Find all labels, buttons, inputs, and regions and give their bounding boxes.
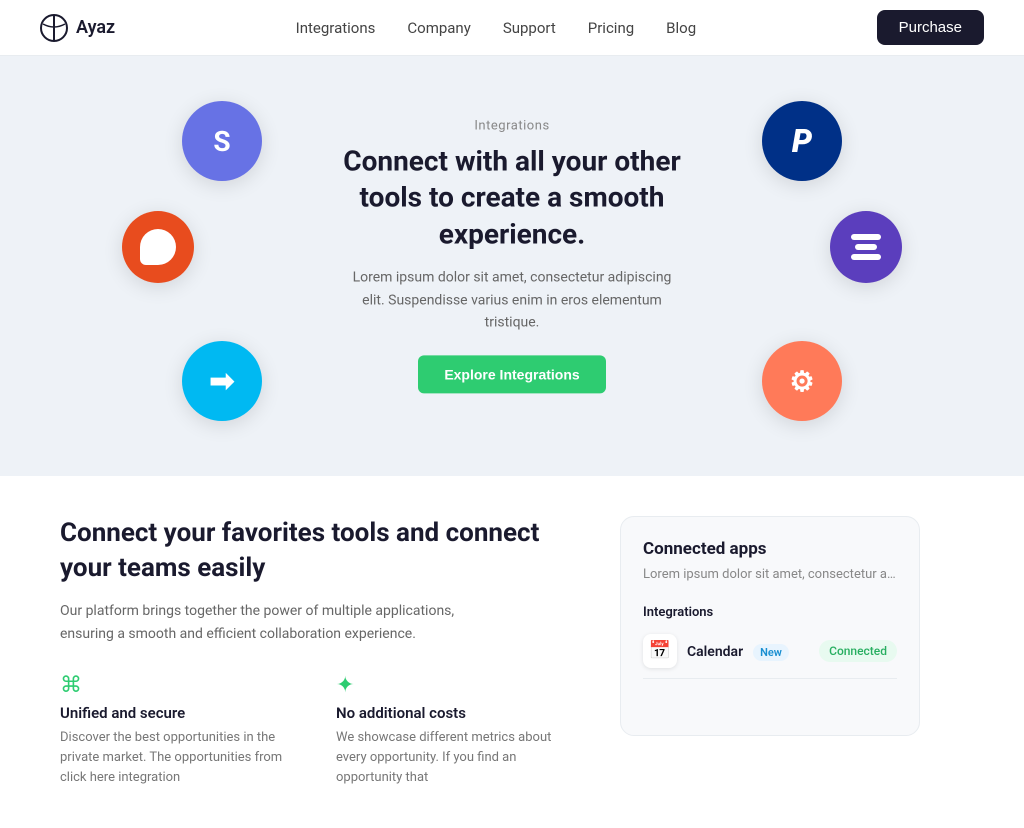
card-section-label: Integrations (643, 605, 897, 620)
purchase-button[interactable]: Purchase (877, 10, 984, 45)
hero-center-text: Integrations Connect with all your other… (342, 118, 682, 393)
paypal-icon: P (762, 101, 842, 181)
hero-title: Connect with all your other tools to cre… (342, 143, 682, 252)
logo[interactable]: Ayaz (40, 14, 115, 42)
explore-integrations-button[interactable]: Explore Integrations (418, 356, 605, 394)
connected-apps-card: Connected apps Lorem ipsum dolor sit ame… (620, 516, 920, 736)
milanote-icon (830, 211, 902, 283)
feature-costs-desc: We showcase different metrics about ever… (336, 728, 580, 788)
wise-icon: ➡ (182, 341, 262, 421)
integration-row-calendar: 📅 Calendar New Connected (643, 634, 897, 679)
calendar-app-icon: 📅 (643, 634, 677, 668)
nav-support[interactable]: Support (503, 19, 556, 37)
hero-description: Lorem ipsum dolor sit amet, consectetur … (342, 267, 682, 334)
feature-costs: ✦ No additional costs We showcase differ… (336, 673, 580, 788)
hero-section-label: Integrations (342, 118, 682, 133)
bottom-description: Our platform brings together the power o… (60, 600, 490, 645)
nav-company[interactable]: Company (407, 19, 470, 37)
feature-unified-title: Unified and secure (60, 704, 304, 722)
nav-blog[interactable]: Blog (666, 19, 696, 37)
stripe-icon: S (182, 101, 262, 181)
logo-text: Ayaz (76, 17, 115, 38)
calendar-name: Calendar (687, 644, 743, 660)
card-title: Connected apps (643, 539, 897, 559)
logo-icon (40, 14, 68, 42)
integrations-section: S P ➡ ⚙ Integrations Conne (0, 56, 1024, 476)
unified-icon: ⌘ (60, 673, 304, 698)
icons-layout: S P ➡ ⚙ Integrations Conne (62, 81, 962, 431)
feature-costs-title: No additional costs (336, 704, 580, 722)
right-column: Connected apps Lorem ipsum dolor sit ame… (620, 516, 920, 788)
bottom-section: Connect your favorites tools and connect… (0, 476, 1024, 828)
feature-unified-desc: Discover the best opportunities in the p… (60, 728, 304, 788)
costs-icon: ✦ (336, 673, 580, 698)
nav-links: Integrations Company Support Pricing Blo… (296, 19, 697, 37)
bottom-heading: Connect your favorites tools and connect… (60, 516, 580, 586)
features-grid: ⌘ Unified and secure Discover the best o… (60, 673, 580, 788)
nav-integrations[interactable]: Integrations (296, 19, 376, 37)
left-column: Connect your favorites tools and connect… (60, 516, 580, 788)
nav-pricing[interactable]: Pricing (588, 19, 634, 37)
hubspot-icon: ⚙ (762, 341, 842, 421)
card-description: Lorem ipsum dolor sit amet, consectetur … (643, 565, 897, 585)
feature-unified: ⌘ Unified and secure Discover the best o… (60, 673, 304, 788)
connected-badge: Connected (819, 640, 897, 662)
chat-icon (122, 211, 194, 283)
new-badge: New (753, 644, 789, 661)
navbar: Ayaz Integrations Company Support Pricin… (0, 0, 1024, 56)
